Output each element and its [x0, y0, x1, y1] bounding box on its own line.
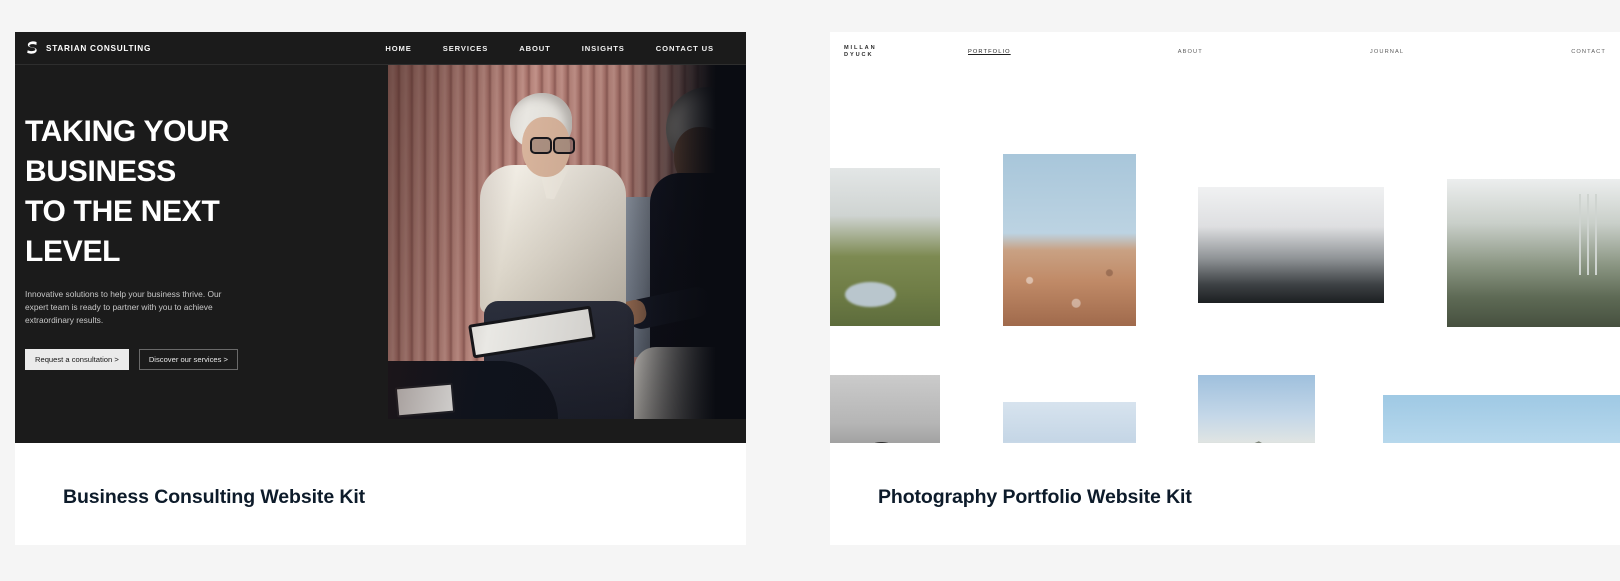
- brand[interactable]: STARIAN CONSULTING: [26, 41, 151, 55]
- gallery-photo-3[interactable]: [1198, 187, 1384, 303]
- preview-navbar-photo: MILLAN DYUCK PORTFOLIO ABOUT JOURNAL CON…: [830, 32, 1620, 72]
- photo-vignette: [626, 65, 746, 419]
- brand-line-1: MILLAN: [844, 45, 877, 51]
- hero-title-line-4: LEVEL: [25, 235, 121, 268]
- gallery-photo-1[interactable]: [830, 168, 940, 326]
- nav-links-photo: PORTFOLIO ABOUT JOURNAL CONTACT: [968, 49, 1606, 55]
- nav-item-journal[interactable]: JOURNAL: [1370, 49, 1404, 55]
- hero-title-line-1: TAKING YOUR: [25, 115, 229, 148]
- gallery-photo-7[interactable]: [1198, 375, 1315, 443]
- kit-title-business: Business Consulting Website Kit: [63, 486, 366, 508]
- hero-buttons: Request a consultation > Discover our se…: [25, 349, 385, 370]
- nav-item-home[interactable]: HOME: [385, 44, 411, 53]
- caption-area-business: Business Consulting Website Kit: [15, 443, 746, 545]
- hero-title: TAKING YOUR BUSINESS TO THE NEXT LEVEL: [25, 112, 385, 272]
- hero-text: TAKING YOUR BUSINESS TO THE NEXT LEVEL I…: [25, 112, 385, 370]
- photo-gallery-grid: [830, 72, 1620, 443]
- gallery-photo-6[interactable]: [1003, 402, 1136, 443]
- hero-subtitle: Innovative solutions to help your busine…: [25, 289, 222, 325]
- hero-photo: [388, 65, 746, 419]
- nav-item-about-photo[interactable]: ABOUT: [1178, 49, 1203, 55]
- nav-item-insights[interactable]: INSIGHTS: [582, 44, 625, 53]
- s-monogram-icon: [26, 41, 39, 55]
- brand-photo[interactable]: MILLAN DYUCK: [844, 45, 877, 59]
- discover-services-button[interactable]: Discover our services >: [138, 349, 238, 370]
- gallery-photo-4[interactable]: [1447, 179, 1620, 327]
- kit-title-photo: Photography Portfolio Website Kit: [878, 486, 1192, 508]
- gallery-photo-8[interactable]: [1383, 395, 1620, 443]
- nav-item-contact-us[interactable]: CONTACT US: [656, 44, 714, 53]
- request-consultation-button[interactable]: Request a consultation >: [25, 349, 129, 370]
- nav-item-contact-photo[interactable]: CONTACT: [1571, 49, 1606, 55]
- gallery-photo-2[interactable]: [1003, 154, 1136, 326]
- kit-card-business-consulting[interactable]: STARIAN CONSULTING HOME SERVICES ABOUT I…: [15, 32, 746, 545]
- gallery-photo-5[interactable]: [830, 375, 940, 443]
- preview-business-consulting[interactable]: STARIAN CONSULTING HOME SERVICES ABOUT I…: [15, 32, 746, 443]
- nav-links: HOME SERVICES ABOUT INSIGHTS CONTACT US: [385, 44, 714, 53]
- kit-card-photography-portfolio[interactable]: MILLAN DYUCK PORTFOLIO ABOUT JOURNAL CON…: [830, 32, 1620, 545]
- nav-item-services[interactable]: SERVICES: [443, 44, 488, 53]
- hero-title-line-3: TO THE NEXT: [25, 195, 220, 228]
- preview-navbar: STARIAN CONSULTING HOME SERVICES ABOUT I…: [15, 32, 746, 65]
- caption-area-photo: Photography Portfolio Website Kit: [830, 443, 1620, 545]
- brand-name: STARIAN CONSULTING: [46, 43, 152, 53]
- preview-photography-portfolio[interactable]: MILLAN DYUCK PORTFOLIO ABOUT JOURNAL CON…: [830, 32, 1620, 443]
- nav-item-portfolio[interactable]: PORTFOLIO: [968, 49, 1011, 55]
- kits-gallery: STARIAN CONSULTING HOME SERVICES ABOUT I…: [0, 0, 1620, 581]
- brand-line-2: DYUCK: [844, 52, 874, 58]
- nav-item-about[interactable]: ABOUT: [519, 44, 551, 53]
- hero-title-line-2: BUSINESS: [25, 155, 176, 188]
- hero-section: TAKING YOUR BUSINESS TO THE NEXT LEVEL I…: [15, 65, 746, 443]
